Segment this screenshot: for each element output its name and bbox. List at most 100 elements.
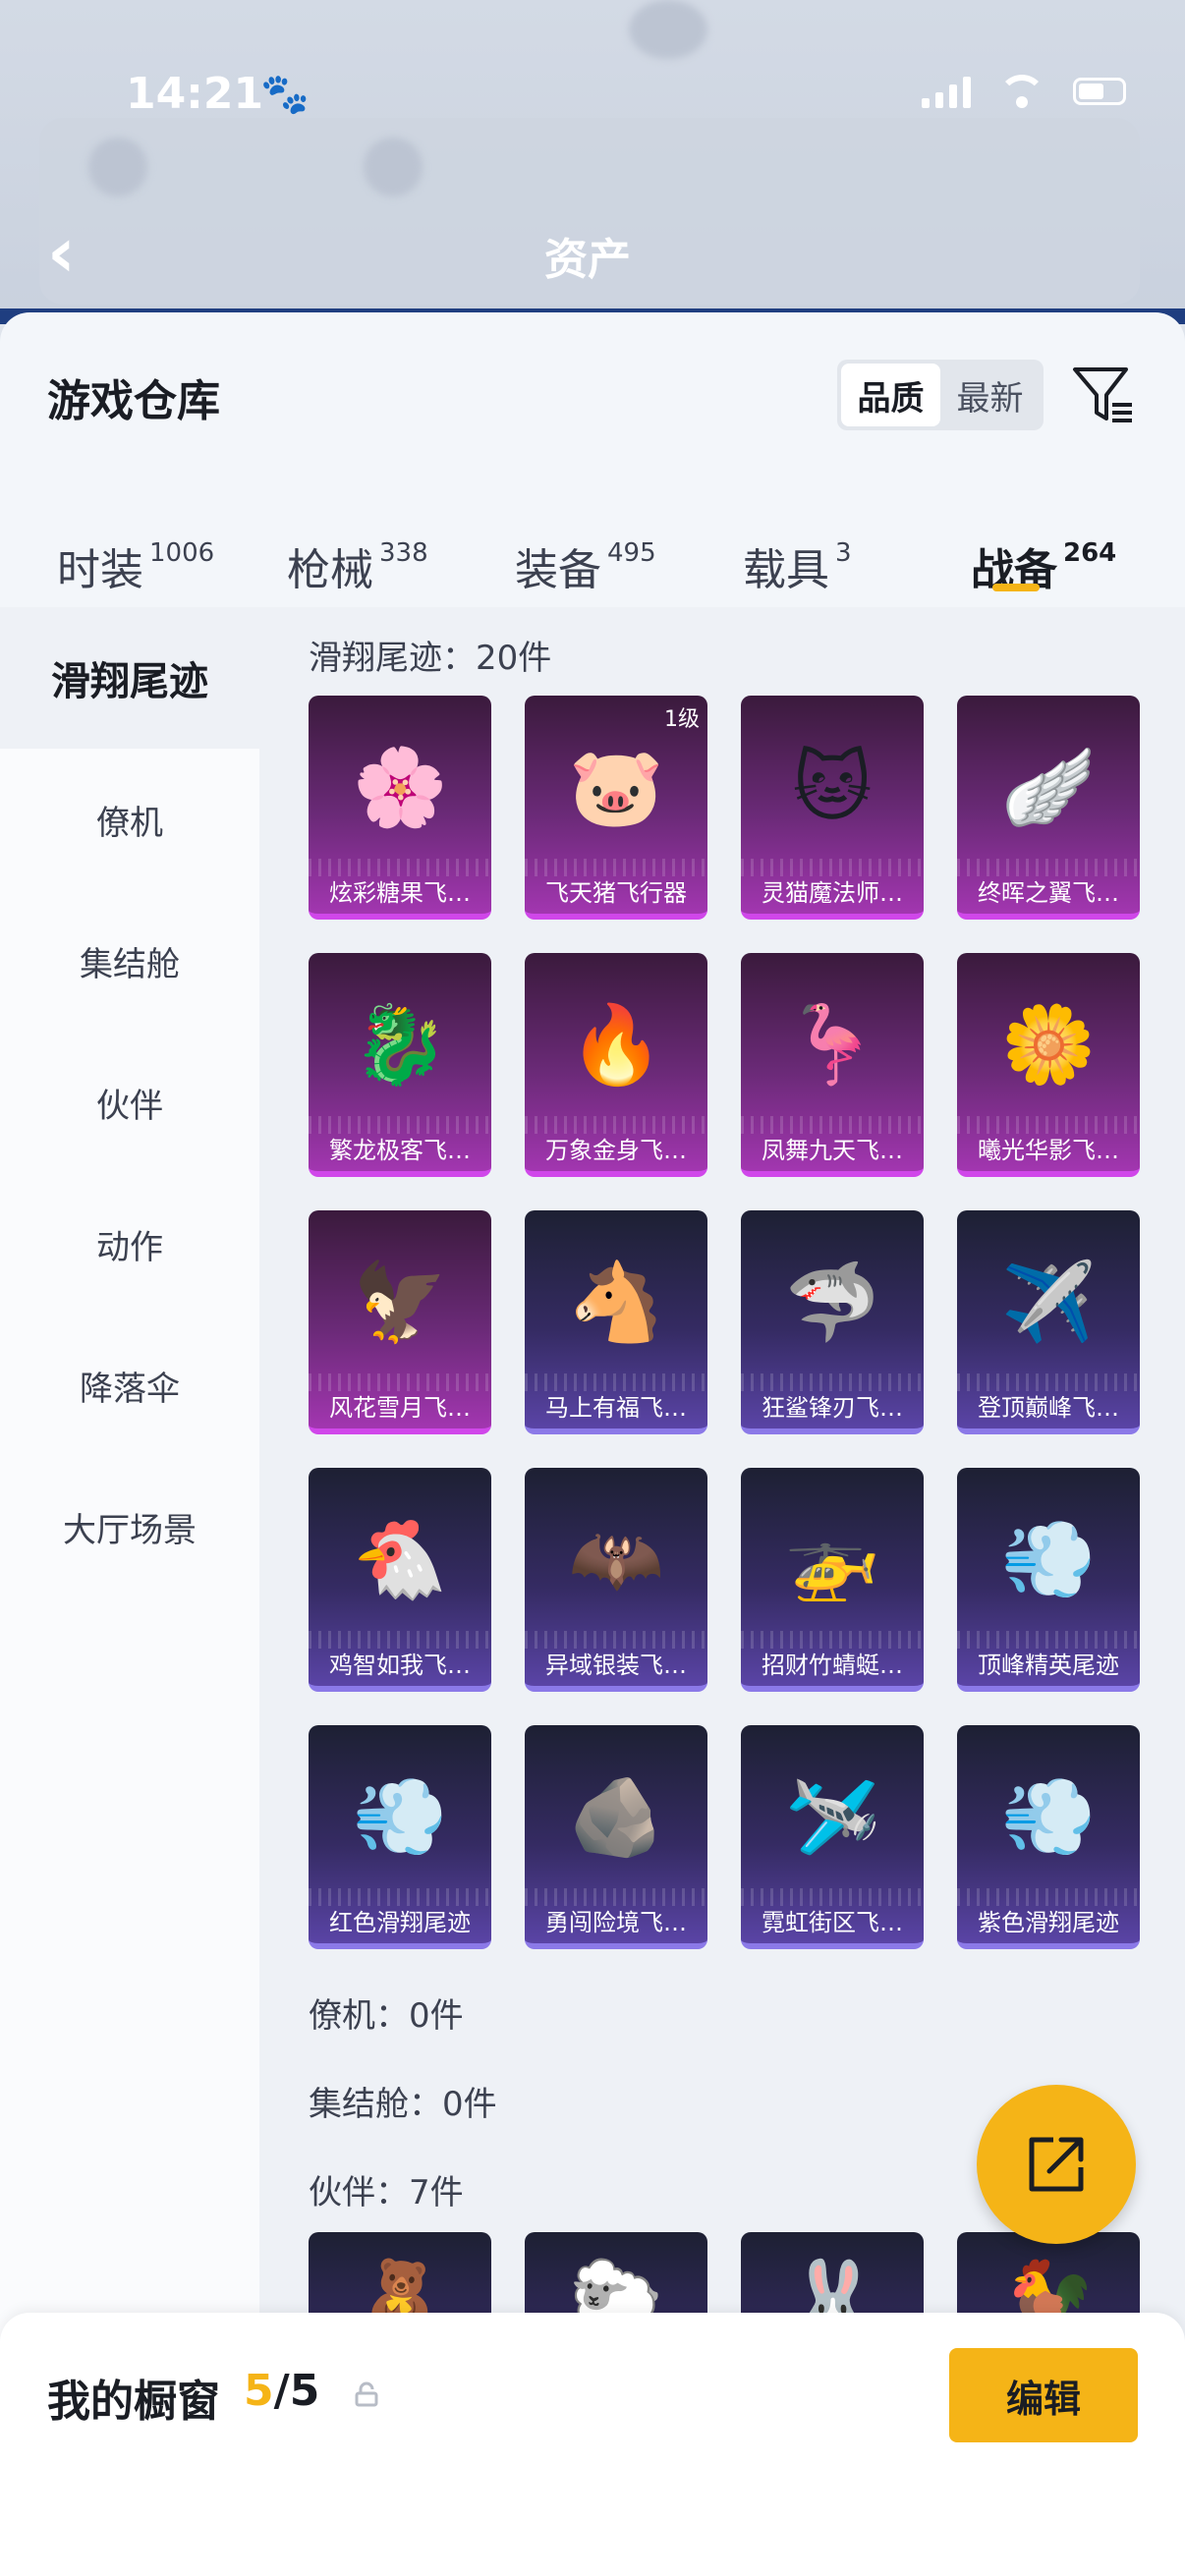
- item-name: 鸡智如我飞…: [329, 1652, 471, 1679]
- sort-toggle: 品质 最新: [837, 360, 1044, 430]
- sidebar-item-lobby-scene[interactable]: 大厅场景: [0, 1456, 259, 1597]
- item-icon: ✈️: [1000, 1259, 1097, 1347]
- item-name: 异域银装飞…: [545, 1652, 687, 1679]
- section-header-wingman: 僚机：0件: [309, 1996, 464, 2036]
- sidebar-item-partner[interactable]: 伙伴: [0, 1032, 259, 1173]
- paw-icon: 🐾: [260, 72, 310, 117]
- filter-icon[interactable]: [1071, 362, 1136, 426]
- item-icon: 🦇: [568, 1516, 664, 1604]
- item-card[interactable]: 🦅 风花雪月飞…: [309, 1210, 491, 1434]
- item-card[interactable]: 🚁 招财竹蜻蜓…: [741, 1468, 924, 1692]
- game-warehouse-sheet: 游戏仓库 品质 最新 时装 1006 枪械 338 装备 495 载具 3 战备 264 …: [0, 312, 1185, 2576]
- showcase-count-current: 5: [244, 2366, 274, 2416]
- item-card[interactable]: 🐴 马上有福飞…: [525, 1210, 707, 1434]
- item-name: 终晖之翼飞…: [978, 879, 1119, 907]
- item-name: 曦光华影飞…: [978, 1137, 1119, 1164]
- item-card[interactable]: 💨 顶峰精英尾迹: [957, 1468, 1140, 1692]
- sort-quality-button[interactable]: 品质: [841, 364, 940, 426]
- tab-equipment[interactable]: 装备 495: [515, 534, 656, 597]
- item-icon: 💨: [352, 1773, 448, 1862]
- edit-button[interactable]: 编辑: [949, 2348, 1138, 2442]
- item-card[interactable]: 🪨 勇闯险境飞…: [525, 1725, 707, 1949]
- tab-vehicles[interactable]: 载具 3: [743, 534, 852, 597]
- tab-label: 载具: [743, 545, 829, 595]
- item-card[interactable]: ✈️ 登顶巅峰飞…: [957, 1210, 1140, 1434]
- item-card[interactable]: 🐱 灵猫魔法师…: [741, 696, 924, 920]
- item-icon: 🪽: [1000, 744, 1097, 832]
- item-name: 勇闯险境飞…: [545, 1909, 687, 1936]
- share-button[interactable]: [977, 2085, 1136, 2244]
- item-name: 招财竹蜻蜓…: [762, 1652, 903, 1679]
- section-header-rally-pod: 集结舱：0件: [309, 2085, 497, 2124]
- sidebar-item-wingman[interactable]: 僚机: [0, 749, 259, 890]
- sort-newest-button[interactable]: 最新: [940, 364, 1040, 426]
- item-card[interactable]: 🦈 狂鲨锋刃飞…: [741, 1210, 924, 1434]
- item-card[interactable]: 🦇 异域银装飞…: [525, 1468, 707, 1692]
- section-header-glide-trail: 滑翔尾迹：20件: [309, 639, 552, 678]
- external-link-icon: [1029, 2137, 1084, 2192]
- item-icon: 🦩: [784, 1001, 880, 1090]
- item-name: 繁龙极客飞…: [329, 1137, 471, 1164]
- item-name: 紫色滑翔尾迹: [978, 1909, 1119, 1936]
- item-icon: 🛩️: [784, 1773, 880, 1862]
- status-icons: [922, 75, 1126, 108]
- tab-label: 装备: [515, 545, 601, 595]
- item-name: 顶峰精英尾迹: [978, 1652, 1119, 1679]
- item-name: 霓虹街区飞…: [762, 1909, 903, 1936]
- item-name: 凤舞九天飞…: [762, 1137, 903, 1164]
- item-icon: 🔥: [568, 1001, 664, 1090]
- item-name: 狂鲨锋刃飞…: [762, 1394, 903, 1422]
- sidebar-item-parachute[interactable]: 降落伞: [0, 1315, 259, 1456]
- item-card[interactable]: 🔥 万象金身飞…: [525, 953, 707, 1177]
- item-name: 飞天猪飞行器: [545, 879, 687, 907]
- status-time: 14:21: [126, 69, 264, 119]
- item-card[interactable]: 🌸 炫彩糖果飞…: [309, 696, 491, 920]
- background-blob: [629, 0, 707, 59]
- item-content: 滑翔尾迹：20件 🌸 炫彩糖果飞… 1级 🐷 飞天猪飞行器 🐱 灵猫魔法师… 🪽 终晖之翼…: [259, 607, 1185, 2576]
- item-card[interactable]: 1级 🐷 飞天猪飞行器: [525, 696, 707, 920]
- item-name: 登顶巅峰飞…: [978, 1394, 1119, 1422]
- item-card[interactable]: 🪽 终晖之翼飞…: [957, 696, 1140, 920]
- item-icon: 💨: [1000, 1516, 1097, 1604]
- item-card[interactable]: 💨 紫色滑翔尾迹: [957, 1725, 1140, 1949]
- item-name: 马上有福飞…: [545, 1394, 687, 1422]
- item-icon: 🪨: [568, 1773, 664, 1862]
- category-sidebar: 滑翔尾迹 僚机 集结舱 伙伴 动作 降落伞 大厅场景: [0, 607, 259, 2576]
- item-icon: 🦈: [784, 1259, 880, 1347]
- section-header-partner: 伙伴：7件: [309, 2173, 464, 2212]
- showcase-count-total: /5: [273, 2366, 320, 2416]
- item-card[interactable]: 🐔 鸡智如我飞…: [309, 1468, 491, 1692]
- item-card[interactable]: 🛩️ 霓虹街区飞…: [741, 1725, 924, 1949]
- battery-icon: [1073, 78, 1126, 105]
- item-name: 灵猫魔法师…: [762, 879, 903, 907]
- back-icon[interactable]: ‹: [47, 218, 76, 287]
- sidebar-item-rally-pod[interactable]: 集结舱: [0, 890, 259, 1032]
- item-icon: 💨: [1000, 1773, 1097, 1862]
- item-name: 风花雪月飞…: [329, 1394, 471, 1422]
- item-card[interactable]: 🐉 繁龙极客飞…: [309, 953, 491, 1177]
- tab-count: 338: [379, 538, 428, 568]
- background-blob: [88, 138, 147, 196]
- background-blob: [364, 138, 423, 196]
- wifi-icon: [998, 75, 1045, 108]
- tab-fashion[interactable]: 时装 1006: [57, 534, 214, 597]
- showcase-title: 我的橱窗: [47, 2377, 220, 2427]
- item-card[interactable]: 🌼 曦光华影飞…: [957, 953, 1140, 1177]
- item-card[interactable]: 💨 红色滑翔尾迹: [309, 1725, 491, 1949]
- sheet-title: 游戏仓库: [47, 376, 220, 426]
- lock-icon: [355, 2381, 378, 2407]
- tab-label: 枪械: [287, 545, 373, 595]
- sidebar-item-glide-trail[interactable]: 滑翔尾迹: [0, 607, 259, 749]
- sidebar-item-action[interactable]: 动作: [0, 1173, 259, 1315]
- item-card[interactable]: 🦩 凤舞九天飞…: [741, 953, 924, 1177]
- tab-firearms[interactable]: 枪械 338: [287, 534, 428, 597]
- item-icon: 🐉: [352, 1001, 448, 1090]
- tab-count: 1006: [149, 538, 215, 568]
- item-icon: 🐔: [352, 1516, 448, 1604]
- page-title: 资产: [544, 235, 631, 285]
- item-icon: 🐱: [792, 744, 873, 832]
- tab-label: 时装: [57, 545, 143, 595]
- item-level-badge: 1级: [664, 707, 700, 732]
- tab-count: 495: [607, 538, 656, 568]
- item-icon: 🚁: [784, 1516, 880, 1604]
